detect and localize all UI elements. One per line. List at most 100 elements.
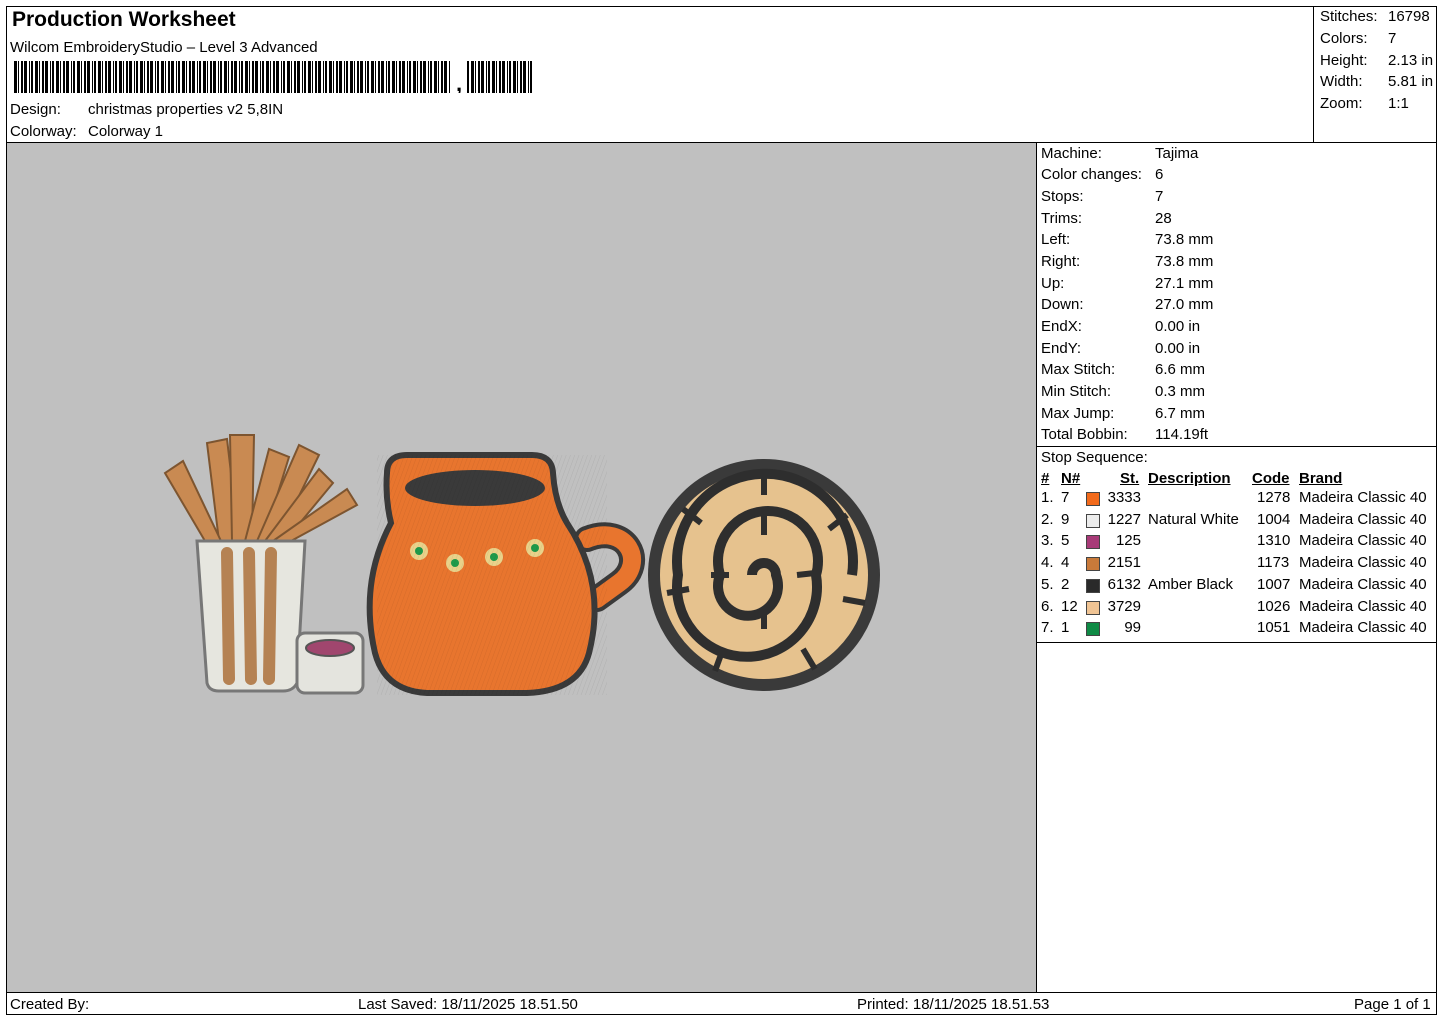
properties-divider [1037, 446, 1437, 447]
stat-zoom: Zoom: 1:1 [1320, 95, 1409, 112]
stat-stitches: Stitches: 16798 [1320, 8, 1430, 25]
prop-trims: Trims: 28 [1041, 210, 1172, 227]
row-index: 2. [1041, 510, 1054, 528]
color-swatch [1086, 492, 1100, 506]
stop-sequence-title: Stop Sequence: [1041, 449, 1148, 466]
row-stitches: 6132 [1107, 575, 1141, 593]
row-brand: Madeira Classic 40 [1299, 554, 1427, 572]
prop-machine: Machine: Tajima [1041, 145, 1199, 162]
prop-total-bobbin: Total Bobbin: 114.19ft [1041, 426, 1209, 443]
footer-page: Page 1 of 1 [1354, 996, 1431, 1013]
row-code: 1004 [1257, 510, 1291, 528]
color-swatch [1086, 557, 1100, 572]
spiral-bread-icon [648, 459, 880, 691]
software-name: Wilcom EmbroideryStudio – Level 3 Advanc… [10, 39, 318, 56]
col-header-needle: N# [1061, 470, 1081, 487]
row-needle: 5 [1061, 532, 1070, 550]
row-code: 1173 [1257, 554, 1290, 572]
row-needle: 4 [1061, 554, 1070, 572]
row-description: Natural White [1148, 510, 1239, 528]
row-index: 4. [1041, 554, 1054, 572]
prop-color-changes: Color changes: 6 [1041, 166, 1164, 183]
prop-min-stitch: Min Stitch: 0.3 mm [1041, 383, 1206, 400]
colorway-row: Colorway: Colorway 1 [10, 123, 163, 140]
prop-max-jump: Max Jump: 6.7 mm [1041, 405, 1206, 422]
worksheet-title: Production Worksheet [12, 8, 236, 31]
prop-up: Up: 27.1 mm [1041, 275, 1214, 292]
stats-panel: Stitches: 16798 Colors: 7 Height: 2.13 in W… [1313, 6, 1437, 143]
row-index: 3. [1041, 532, 1054, 550]
row-code: 1278 [1257, 489, 1291, 506]
col-header-description: Description [1148, 470, 1231, 487]
design-label: Design: [10, 101, 61, 118]
row-needle: 7 [1061, 489, 1070, 506]
row-brand: Madeira Classic 40 [1299, 575, 1427, 593]
color-swatch [1086, 600, 1100, 615]
colorway-value: Colorway 1 [88, 123, 164, 140]
row-index: 1. [1041, 489, 1054, 506]
col-header-stitches: St. [1120, 470, 1140, 487]
col-header-brand: Brand [1299, 470, 1343, 487]
footer-printed: Printed: 18/11/2025 18.51.53 [857, 996, 1050, 1013]
prop-stops: Stops: 7 [1041, 188, 1164, 205]
design-value: christmas properties v2 5,8IN [88, 101, 284, 118]
row-stitches: 3729 [1107, 597, 1141, 615]
row-code: 1310 [1257, 532, 1291, 550]
col-header-code: Code [1252, 470, 1290, 487]
stop-table-divider [1037, 642, 1437, 643]
design-preview [7, 143, 1037, 992]
design-name-row: Design: christmas properties v2 5,8IN [10, 101, 283, 118]
table-row: 3. 5 125 1310 Madeira Classic 40 [1037, 532, 1437, 553]
row-index: 5. [1041, 575, 1054, 593]
col-header-index: # [1041, 470, 1050, 487]
prop-endy: EndY: 0.00 in [1041, 340, 1201, 357]
row-stitches: 1227 [1107, 510, 1141, 528]
row-stitches: 125 [1115, 532, 1141, 550]
color-swatch [1086, 622, 1100, 637]
prop-left: Left: 73.8 mm [1041, 231, 1214, 248]
properties-panel: Machine: Tajima Color changes: 6 Stops: 7 T… [1037, 143, 1437, 992]
row-stitches: 2151 [1107, 554, 1141, 572]
row-stitches: 3333 [1107, 489, 1141, 506]
color-swatch [1086, 535, 1100, 550]
row-brand: Madeira Classic 40 [1299, 619, 1427, 637]
row-code: 1007 [1257, 575, 1291, 593]
row-brand: Madeira Classic 40 [1299, 510, 1427, 528]
clay-mug-icon [366, 452, 645, 696]
row-stitches: 99 [1124, 619, 1141, 637]
churros-glass-icon [163, 434, 365, 695]
row-index: 6. [1041, 597, 1054, 615]
row-brand: Madeira Classic 40 [1299, 489, 1427, 506]
prop-down: Down: 27.0 mm [1041, 296, 1214, 313]
row-needle: 1 [1061, 619, 1070, 637]
row-brand: Madeira Classic 40 [1299, 532, 1427, 550]
embroidery-preview [163, 434, 880, 696]
row-index: 7. [1041, 619, 1054, 637]
table-row: 5. 2 6132 Amber Black 1007 Madeira Classic 40 [1037, 576, 1437, 597]
prop-right: Right: 73.8 mm [1041, 253, 1214, 270]
footer-divider [6, 992, 1437, 993]
row-code: 1026 [1257, 597, 1291, 615]
barcode-icon: , [14, 61, 532, 93]
prop-max-stitch: Max Stitch: 6.6 mm [1041, 361, 1206, 378]
table-row: 2. 9 1227 Natural White 1004 Madeira Classic … [1037, 511, 1437, 532]
table-row: 7. 1 99 1051 Madeira Classic 40 [1037, 619, 1437, 640]
row-needle: 9 [1061, 510, 1070, 528]
stat-height: Height: 2.13 in [1320, 52, 1434, 69]
table-row: 1. 7 3333 1278 Madeira Classic 40 [1037, 489, 1437, 510]
row-brand: Madeira Classic 40 [1299, 597, 1427, 615]
stat-colors: Colors: 7 [1320, 30, 1397, 47]
row-description: Amber Black [1148, 575, 1234, 593]
color-swatch [1086, 513, 1100, 528]
table-row: 4. 4 2151 1173 Madeira Classic 40 [1037, 554, 1437, 575]
footer-last-saved: Last Saved: 18/11/2025 18.51.50 [358, 996, 578, 1013]
barcode-suffix: , [456, 71, 462, 93]
table-row: 6. 12 3729 1026 Madeira Classic 40 [1037, 598, 1437, 619]
color-swatch [1086, 578, 1100, 593]
row-code: 1051 [1257, 619, 1291, 637]
stat-width: Width: 5.81 in [1320, 73, 1434, 90]
row-needle: 2 [1061, 575, 1070, 593]
colorway-label: Colorway: [10, 123, 77, 140]
footer-created-by: Created By: [10, 996, 90, 1013]
row-needle: 12 [1061, 597, 1078, 615]
